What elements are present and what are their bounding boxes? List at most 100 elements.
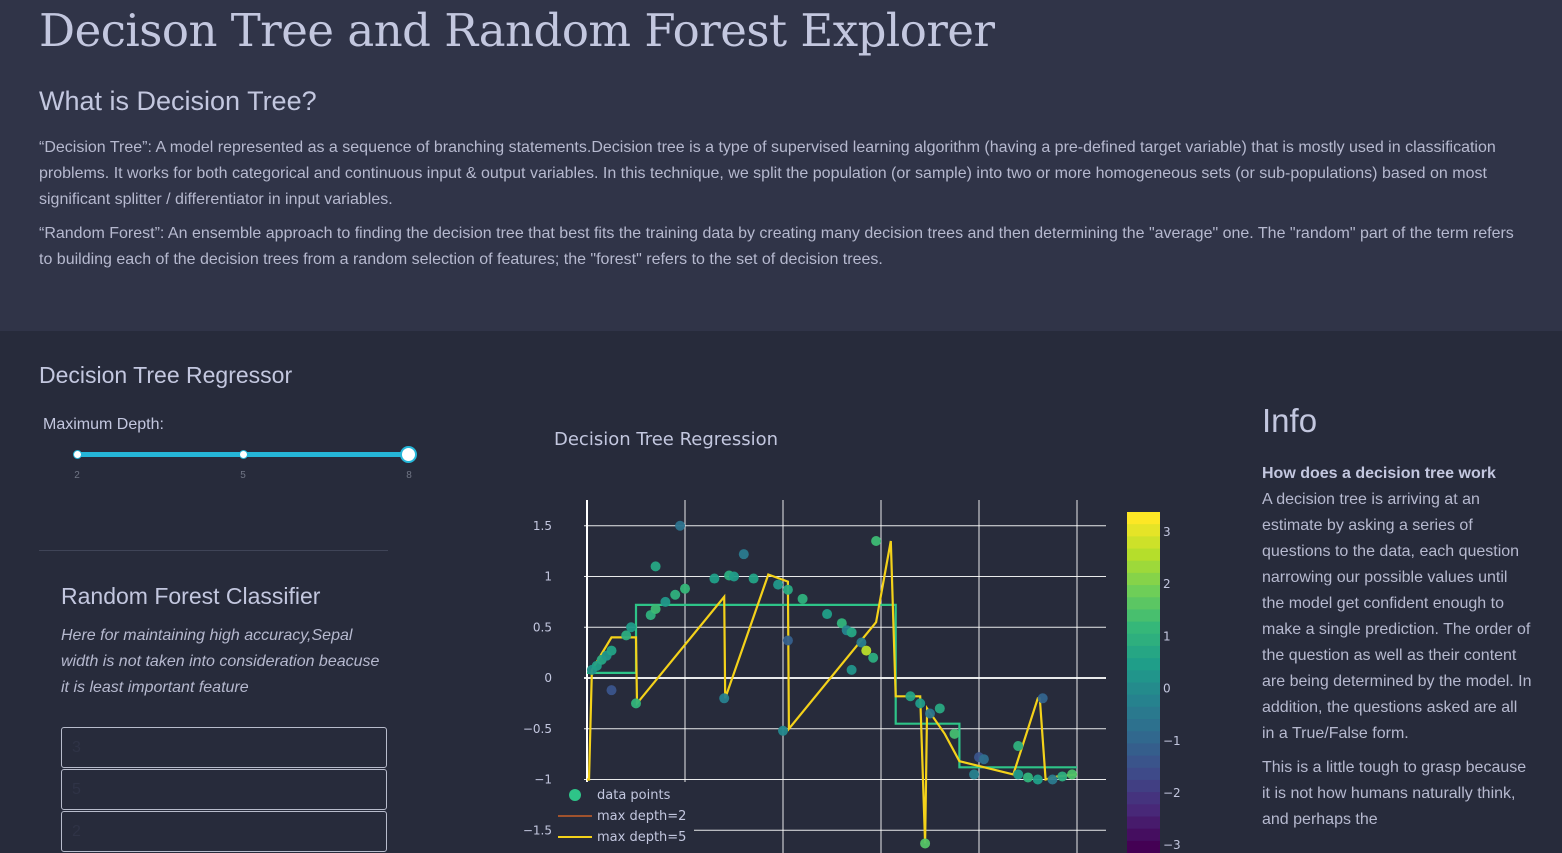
legend-label: max depth=5 [597,830,686,845]
data-point [1067,769,1078,780]
colorbar-cell [1127,804,1160,817]
data-point [949,728,960,739]
colorbar-cell [1127,536,1160,550]
colorbar-cell [1127,621,1160,635]
random-forest-title: Random Forest Classifier [61,583,321,609]
section-subtitle: What is Decision Tree? [39,86,317,116]
data-point [650,603,661,614]
colorbar-tick-label: 2 [1163,577,1171,591]
slider-mark-label: 5 [240,470,246,481]
colorbar-cell [1127,548,1160,562]
data-point [778,725,788,736]
colorbar-cell [1127,597,1160,610]
intro-section: Decison Tree and Random Forest Explorer … [0,0,1562,331]
chart-axis: −1.5 −1 −0.5 0 0.5 1 1.5 [523,519,552,838]
max-depth-label: Maximum Depth: [43,416,164,433]
data-point [626,622,637,633]
data-point [782,635,793,646]
y-tick-label: 1.5 [533,519,552,533]
random-forest-description: “Random Forest”: An ensemble approach to… [39,225,1514,268]
data-point [934,703,945,714]
colorbar-cell [1127,572,1160,586]
decision-tree-description: “Decision Tree”: A model represented as … [39,139,1496,208]
data-point [920,838,931,849]
legend-label: max depth=2 [597,809,686,824]
data-point [871,535,882,546]
data-point [905,691,916,702]
petal-width-input[interactable] [61,811,387,852]
colorbar-cell [1127,767,1160,781]
data-point [773,579,784,590]
colorbar-cell [1127,828,1160,842]
colorbar-cell [1127,779,1160,793]
regressor-title: Decision Tree Regressor [39,362,293,388]
series-line [587,603,1077,769]
colorbar-cell [1127,658,1160,671]
page-title: Decison Tree and Random Forest Explorer [39,4,995,57]
data-point [1057,771,1068,782]
info-paragraph: This is a little tough to grasp because … [1262,759,1527,828]
legend-symbol [569,789,581,801]
slider-mark-dot[interactable] [239,450,248,459]
colorbar-tick-label: −1 [1163,734,1181,748]
colorbar-cell [1127,609,1160,623]
data-point [606,645,617,656]
info-panel: How does a decision tree work A decision… [1262,461,1532,833]
data-point [868,652,879,663]
colorbar-cell [1127,731,1160,744]
data-point [822,609,833,620]
data-point [631,698,641,709]
data-point [1032,774,1043,785]
max-depth-slider[interactable]: 2 5 8 [60,440,430,490]
colorbar-cell [1127,682,1160,696]
data-point [729,571,739,582]
sepal-length-input[interactable] [61,769,387,810]
colorbar-cell [1127,512,1160,525]
colorbar-cell [1127,633,1160,647]
data-point [660,596,671,607]
data-point [846,664,857,675]
chart-title: Decision Tree Regression [554,429,778,450]
slider-handle[interactable] [400,446,417,463]
data-point [1023,772,1033,783]
info-title: Info [1262,402,1318,439]
legend-label: data points [597,788,671,803]
data-point [969,769,980,780]
colorbar-cell [1127,719,1160,732]
y-tick-label: 1 [544,570,552,584]
colorbar-tick-label: 1 [1163,629,1171,643]
colorbar-tick-label: −3 [1163,838,1181,852]
data-point [719,693,730,704]
chart-colorbar: 3 2 1 0 −1 −2 −3 [1127,512,1181,853]
data-point [650,561,661,572]
data-point [1013,769,1024,780]
data-point [1037,693,1048,704]
colorbar-tick-label: 0 [1163,682,1171,696]
random-forest-note: Here for maintaining high accuracy,Sepal… [61,627,380,696]
colorbar-cell [1127,645,1160,659]
info-paragraph: A decision tree is arriving at an estima… [1262,491,1532,742]
slider-mark-label: 8 [406,470,412,481]
data-point [925,708,935,719]
colorbar-tick-label: −2 [1163,786,1181,800]
data-point [606,685,617,696]
colorbar-cell [1127,816,1160,830]
y-tick-label: 0.5 [533,620,552,634]
data-point [709,573,720,584]
y-tick-label: −0.5 [523,722,552,736]
section-divider [39,550,388,551]
data-point [738,549,749,560]
data-point [680,583,690,594]
colorbar-cell [1127,585,1160,598]
slider-mark-label: 2 [74,470,80,481]
colorbar-tick-label: 3 [1163,525,1171,539]
colorbar-cell [1127,560,1160,574]
colorbar-cell [1127,755,1160,769]
colorbar-cell [1127,706,1160,720]
data-point [915,698,926,709]
data-point [782,584,793,595]
data-point [675,520,686,531]
petal-length-input[interactable] [61,727,387,768]
slider-mark-dot[interactable] [73,450,82,459]
data-point [670,589,681,600]
